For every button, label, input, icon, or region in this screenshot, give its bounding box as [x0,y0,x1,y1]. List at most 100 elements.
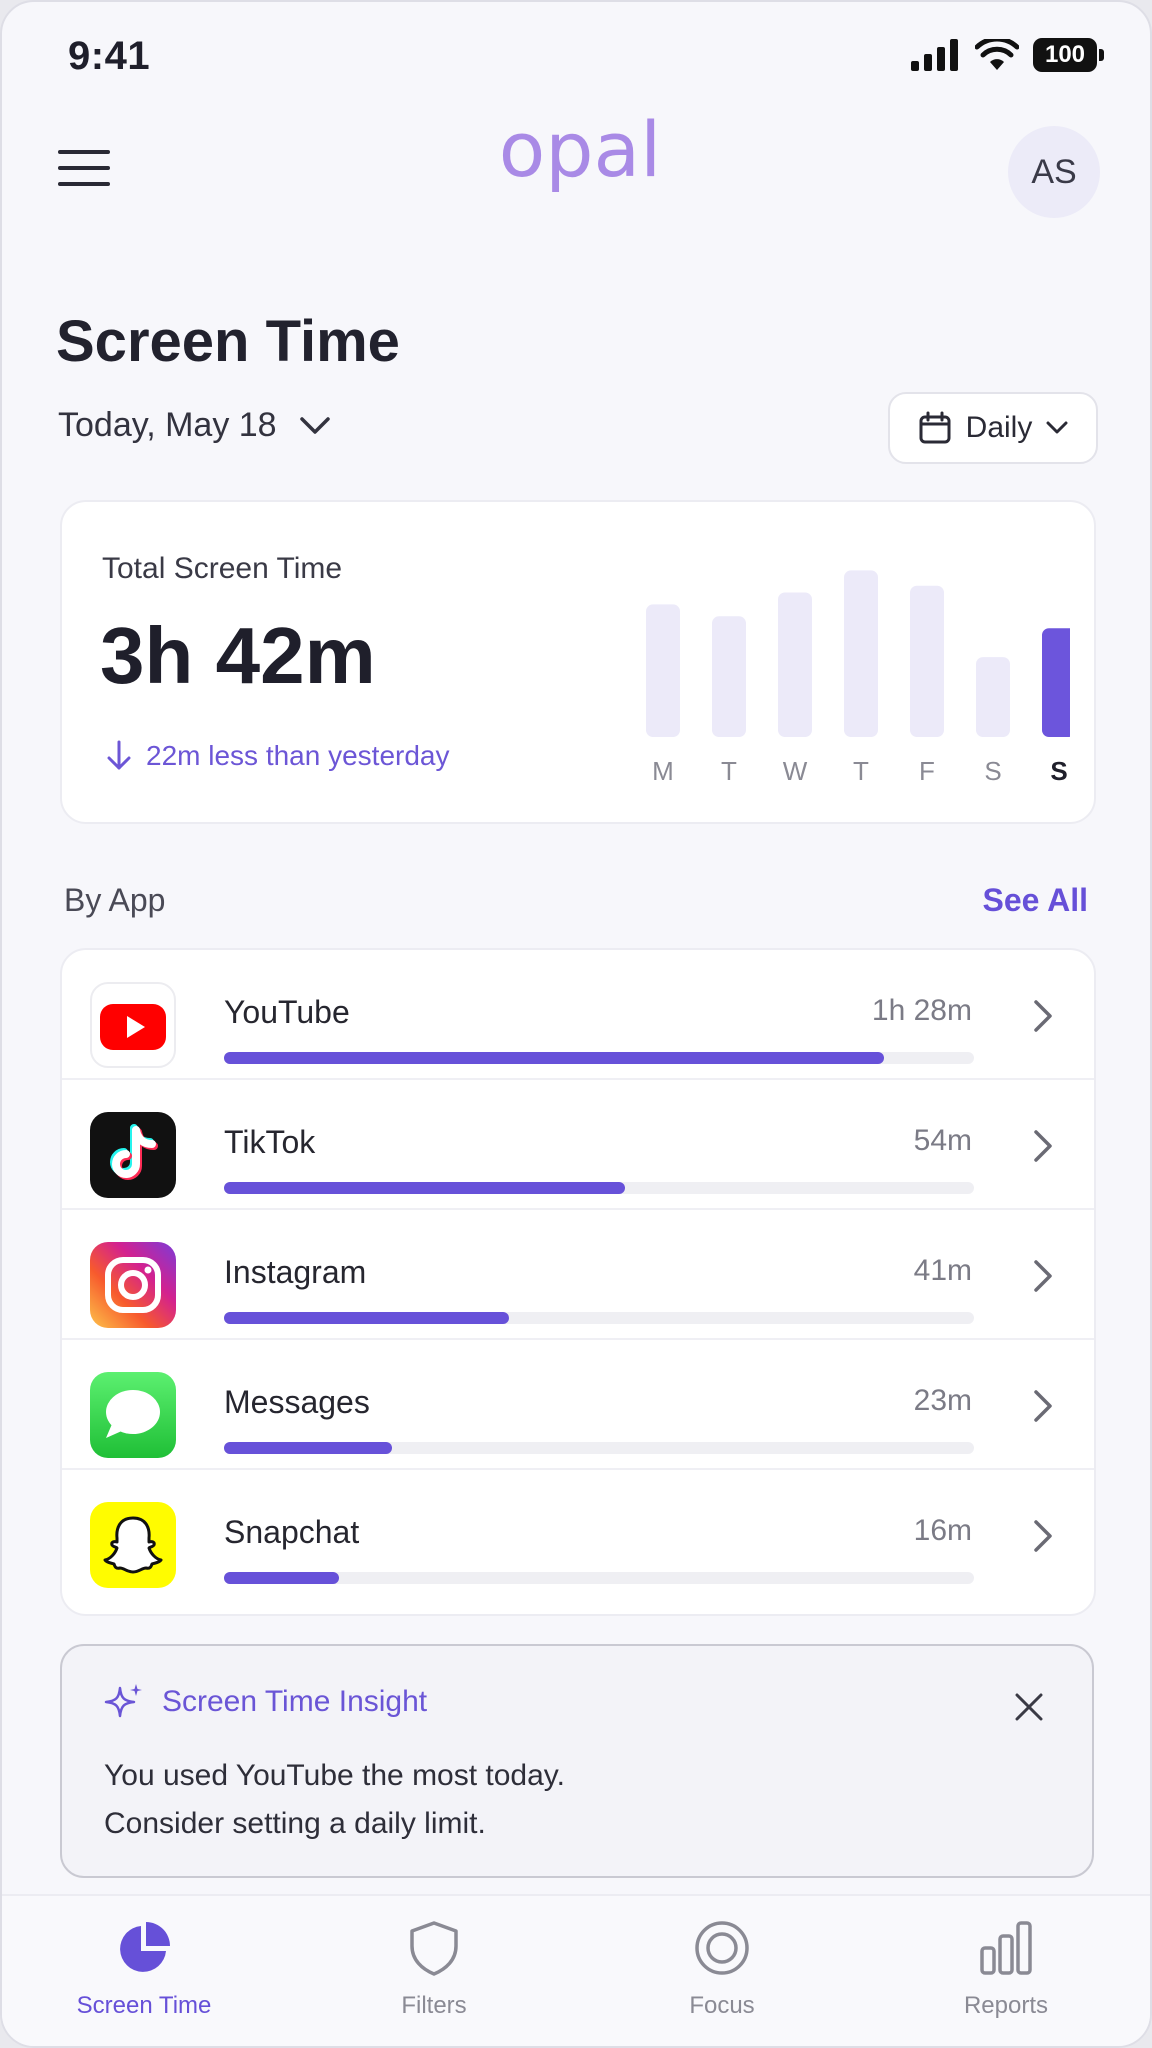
chevron-right-icon [1034,1260,1052,1292]
date-selector[interactable]: Today, May 18 [58,406,331,445]
total-screen-time-card: Total Screen Time 3h 42m 22m less than y… [60,500,1096,824]
insight-line-1: You used YouTube the most today. [104,1759,565,1792]
tab-screen-time[interactable]: Screen Time [24,1918,264,2020]
chart-bar [1042,628,1070,737]
tab-filters[interactable]: Filters [314,1918,554,2020]
chart-day-label: S [1050,756,1067,786]
chart-bar [976,657,1010,737]
cellular-signal-icon [911,39,958,71]
chevron-right-icon [1034,1390,1052,1422]
youtube-icon [90,982,176,1068]
app-row-instagram[interactable]: Instagram 41m [62,1210,1094,1340]
messages-icon [90,1372,176,1458]
app-usage-list: YouTube 1h 28m TikTok 54m Instagram 41m … [60,948,1096,1616]
chart-day-label: W [783,756,808,786]
status-icons: 100 [911,38,1104,72]
tab-label: Reports [963,1992,1049,2019]
tab-label: Filters [401,1992,467,2019]
tab-focus[interactable]: Focus [602,1918,842,2020]
app-time: 41m [913,1254,972,1287]
by-app-heading: By App [64,882,166,918]
app-row-messages[interactable]: Messages 23m [62,1340,1094,1470]
insight-title: Screen Time Insight [162,1685,428,1718]
page-title: Screen Time [56,309,400,374]
insight-card: Screen Time Insight You used YouTube the… [60,1644,1094,1878]
logo-text: opal [499,114,661,194]
tab-label: Screen Time [76,1992,212,2019]
app-screen: 9:41 100 opal AS Screen Time Today, May … [0,0,1152,2048]
chart-day-label: F [919,756,935,786]
usage-bar-track [224,1052,974,1064]
app-name: YouTube [224,994,350,1030]
chart-day-label: S [984,756,1001,786]
app-time: 54m [913,1124,972,1157]
usage-bar-fill [224,1442,392,1454]
total-value: 3h 42m [100,611,376,700]
period-label: Daily [965,411,1033,444]
focus-target-icon [695,1921,749,1975]
instagram-icon [90,1242,176,1328]
usage-bar-fill [224,1312,509,1324]
menu-icon[interactable] [58,150,110,194]
chevron-right-icon [1034,1520,1052,1552]
total-label: Total Screen Time [102,552,343,585]
usage-bar-fill [224,1182,625,1194]
chart-bar [844,570,878,737]
app-name: Snapchat [224,1514,360,1550]
chevron-right-icon [1034,1130,1052,1162]
app-name: Messages [224,1384,370,1420]
shield-icon [410,1921,458,1976]
chevron-down-icon [1046,421,1068,434]
app-time: 23m [913,1384,972,1417]
delta-text: 22m less than yesterday [106,740,450,772]
snapchat-icon [90,1502,176,1588]
tab-bar: Screen Time Filters Focus Reports [2,1894,1150,2046]
insight-line-2: Consider setting a daily limit. [104,1807,486,1840]
chart-day-label: M [652,756,674,786]
insight-body: You used YouTube the most today. Conside… [104,1752,565,1848]
chart-day-label: T [853,756,869,786]
weekly-usage-chart: MTWTFSS [646,570,1070,786]
status-bar: 9:41 100 [2,2,1150,114]
app-name: TikTok [224,1124,316,1160]
battery-indicator: 100 [1033,38,1104,72]
tab-label: Focus [689,1992,755,2019]
sparkle-icon [104,1684,142,1718]
app-row-tiktok[interactable]: TikTok 54m [62,1080,1094,1210]
tab-reports[interactable]: Reports [886,1918,1126,2020]
delta-label: 22m less than yesterday [146,740,450,771]
close-icon[interactable] [1014,1692,1044,1722]
app-name: Instagram [224,1254,367,1290]
bar-chart-icon [980,1921,1032,1975]
see-all-link[interactable]: See All [982,882,1088,919]
arrow-down-icon [107,740,131,770]
chart-bar [910,585,944,737]
avatar[interactable]: AS [1008,126,1100,218]
insight-heading: Screen Time Insight [104,1682,427,1722]
chart-bar [646,604,680,737]
wifi-icon [975,39,1019,70]
pie-chart-icon [120,1922,170,1972]
usage-bar-track [224,1182,974,1194]
chart-bar [778,592,812,737]
chevron-right-icon [1034,1000,1052,1032]
battery-level: 100 [1033,38,1097,72]
usage-bar-track [224,1572,974,1584]
app-time: 16m [913,1514,972,1547]
usage-bar-fill [224,1572,339,1584]
usage-bar-track [224,1312,974,1324]
app-row-youtube[interactable]: YouTube 1h 28m [62,950,1094,1080]
tiktok-icon [90,1112,176,1198]
date-label: Today, May 18 [58,406,277,444]
chart-bar [712,616,746,737]
period-selector-button[interactable]: Daily [888,392,1098,464]
usage-bar-fill [224,1052,884,1064]
calendar-icon [919,411,951,444]
app-row-snapchat[interactable]: Snapchat 16m [62,1470,1094,1600]
app-time: 1h 28m [871,994,972,1027]
usage-bar-track [224,1442,974,1454]
battery-nub [1099,49,1104,61]
opal-logo: opal [499,114,661,194]
chart-day-label: T [721,756,737,786]
chevron-down-icon [299,416,330,434]
